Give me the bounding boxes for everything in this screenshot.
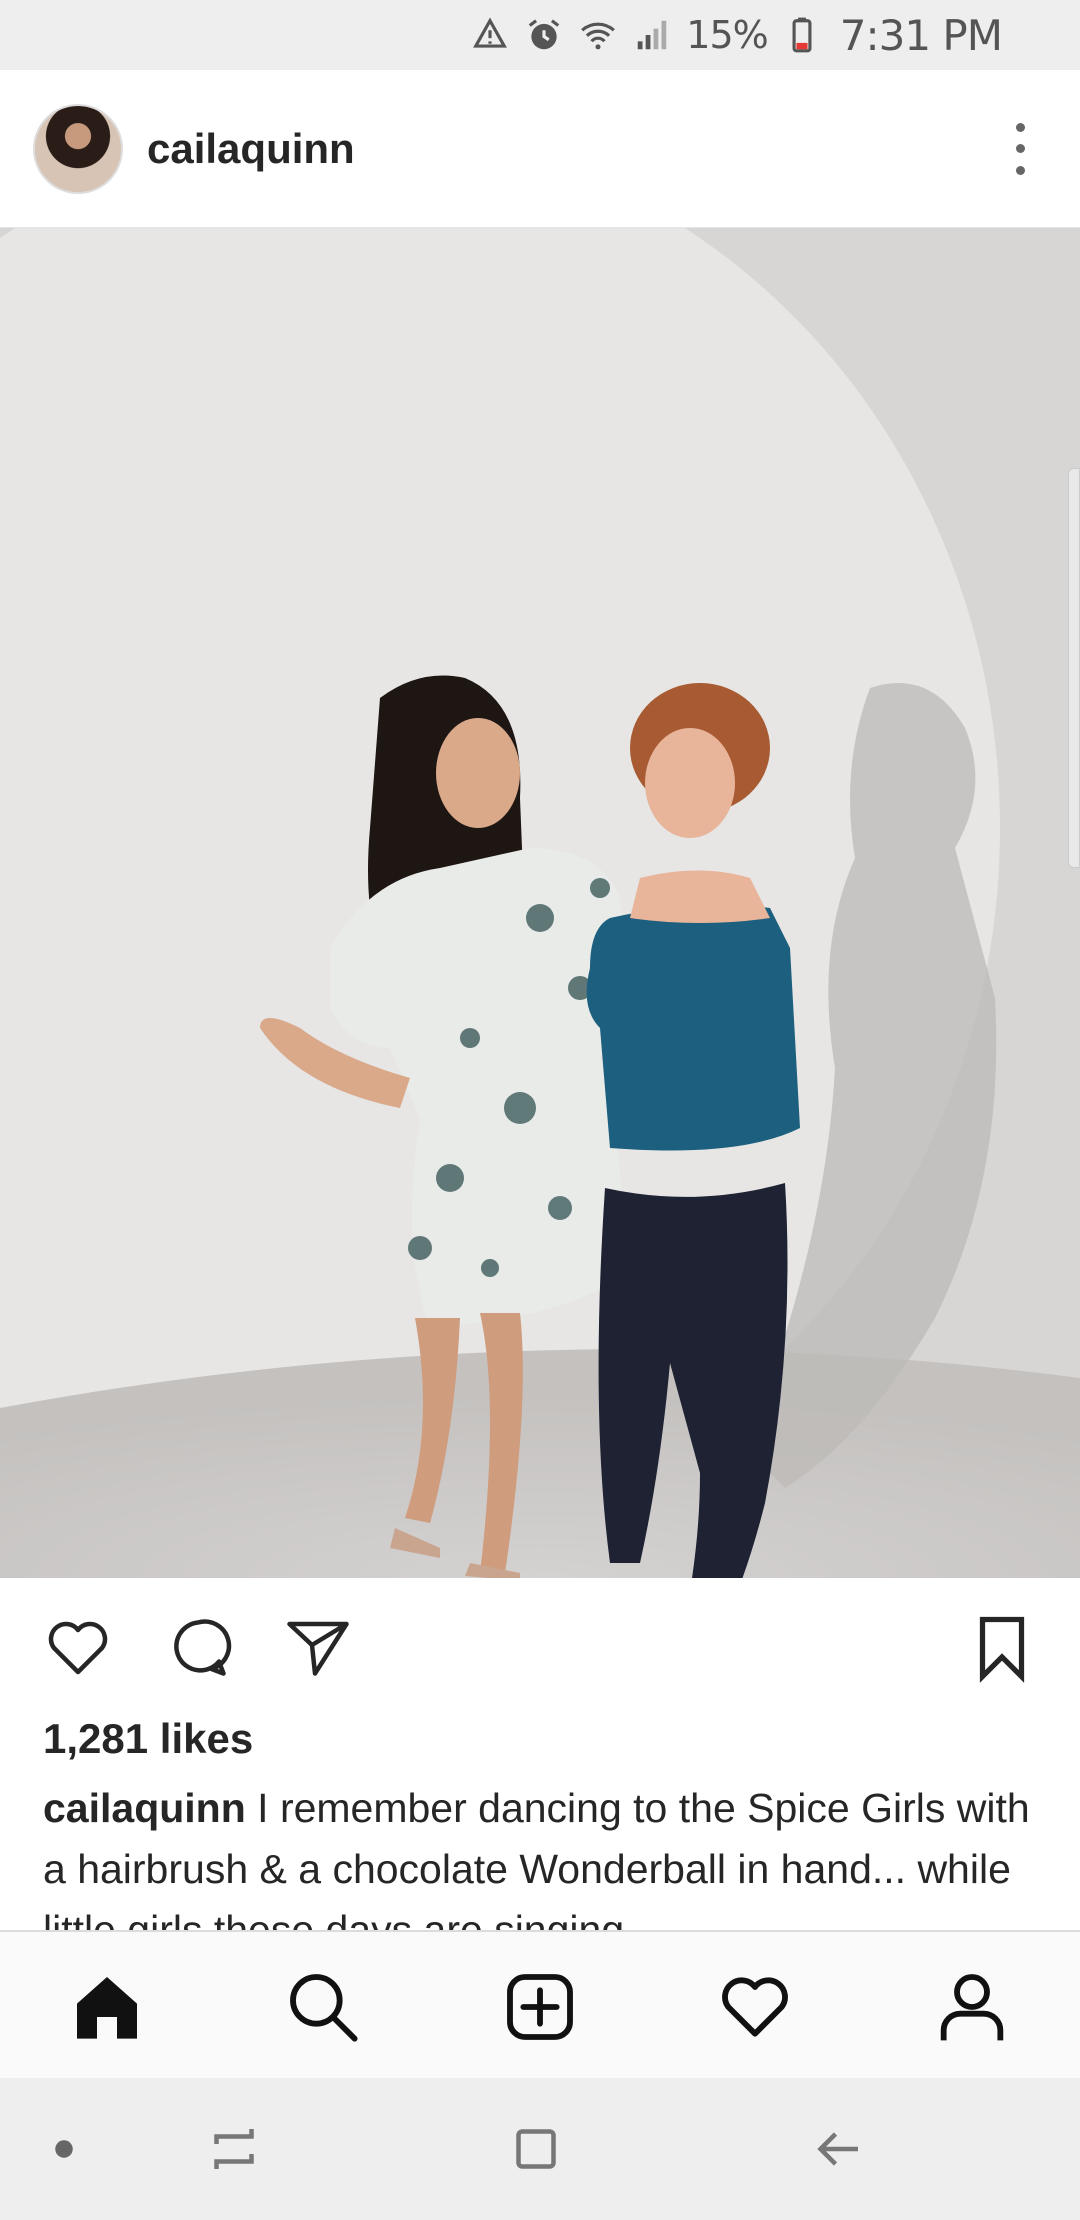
- post-photo: [0, 228, 1080, 1578]
- back-button[interactable]: [802, 2113, 874, 2185]
- alarm-icon: [524, 15, 564, 55]
- comment-button[interactable]: [160, 1610, 236, 1686]
- battery-percentage: 15%: [686, 13, 768, 57]
- post-actions: [0, 1578, 1080, 1713]
- post-caption: cailaquinn I remember dancing to the Spi…: [43, 1778, 1043, 1930]
- nav-search[interactable]: [278, 1962, 368, 2052]
- profile-icon: [940, 1974, 1004, 2041]
- more-dot-icon: [1015, 165, 1025, 175]
- caption-username[interactable]: cailaquinn: [43, 1785, 246, 1831]
- likes-count[interactable]: 1,281 likes: [43, 1715, 253, 1763]
- dot-icon: [55, 2140, 73, 2158]
- nav-profile[interactable]: [927, 1962, 1017, 2052]
- activity-heart-icon: [722, 1977, 788, 2037]
- avatar[interactable]: [33, 103, 123, 194]
- home-icon: [77, 1977, 137, 2039]
- add-post-icon: [507, 1974, 573, 2040]
- heart-icon: [48, 1621, 108, 1675]
- post-header: cailaquinn: [0, 70, 1080, 228]
- bookmark-icon: [979, 1616, 1025, 1683]
- battery-icon: [782, 15, 822, 55]
- send-icon: [287, 1621, 349, 1676]
- post-image[interactable]: [0, 228, 1080, 1578]
- back-icon: [817, 2132, 858, 2166]
- recents-icon: [214, 2129, 254, 2169]
- save-button[interactable]: [964, 1610, 1040, 1686]
- system-nav-bar: [0, 2078, 1080, 2220]
- wifi-icon: [578, 15, 618, 55]
- cell-signal-icon: [632, 15, 672, 55]
- system-dot-button[interactable]: [28, 2113, 100, 2185]
- more-dot-icon: [1015, 144, 1025, 153]
- like-button[interactable]: [40, 1610, 116, 1686]
- nav-home[interactable]: [62, 1962, 152, 2052]
- more-options-button[interactable]: [1000, 119, 1040, 179]
- more-dot-icon: [1015, 122, 1025, 132]
- home-button[interactable]: [500, 2113, 572, 2185]
- nav-activity[interactable]: [710, 1962, 800, 2052]
- share-button[interactable]: [280, 1610, 356, 1686]
- search-icon: [290, 1974, 358, 2042]
- recents-button[interactable]: [198, 2113, 270, 2185]
- scroll-indicator: [1068, 468, 1080, 868]
- home-square-icon: [516, 2129, 556, 2169]
- post-username[interactable]: cailaquinn: [147, 125, 355, 173]
- comment-icon: [174, 1619, 232, 1676]
- nav-new-post[interactable]: [495, 1962, 585, 2052]
- status-bar: 15% 7:31 PM: [0, 0, 1080, 70]
- bottom-nav: [0, 1930, 1080, 2078]
- recycle-warning-icon: [470, 15, 510, 55]
- clock: 7:31 PM: [839, 10, 1003, 60]
